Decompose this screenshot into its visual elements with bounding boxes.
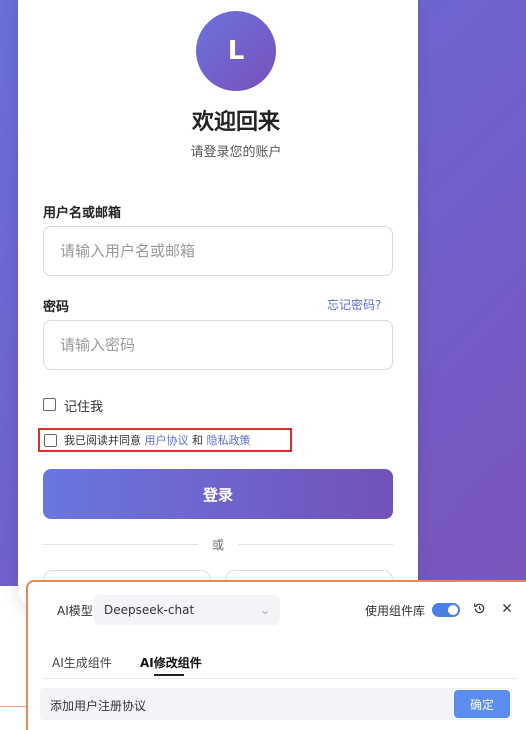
chevron-down-icon: ⌄ xyxy=(259,603,270,617)
login-button[interactable]: 登录 xyxy=(43,469,393,519)
agreement-text: 我已阅读并同意 用户协议 和 隐私政策 xyxy=(64,432,251,448)
tabs-divider xyxy=(42,678,518,679)
ai-assistant-panel: AI模型 Deepseek-chat ⌄ 使用组件库 AI生成组件 AI修改组件… xyxy=(26,580,526,730)
agreement-and: 和 xyxy=(192,434,203,447)
model-select-value: Deepseek-chat xyxy=(104,603,195,617)
tab-ai-generate[interactable]: AI生成组件 xyxy=(52,654,112,671)
component-lib-toggle[interactable] xyxy=(432,603,460,617)
divider-left xyxy=(43,544,198,545)
page-subtitle: 请登录您的账户 xyxy=(190,145,282,160)
confirm-button[interactable]: 确定 xyxy=(454,690,510,718)
password-input[interactable] xyxy=(43,320,393,370)
prompt-row: 添加用户注册协议 确定 xyxy=(40,688,512,720)
model-label: AI模型 xyxy=(57,604,93,618)
active-tab-indicator xyxy=(154,674,184,676)
component-lib-label: 使用组件库 xyxy=(365,604,426,618)
privacy-policy-link[interactable]: 隐私政策 xyxy=(207,434,251,447)
remember-me-label: 记住我 xyxy=(64,400,104,415)
avatar: L xyxy=(196,11,276,91)
agreement-prefix: 我已阅读并同意 xyxy=(64,434,141,447)
tab-ai-modify[interactable]: AI修改组件 xyxy=(140,654,202,671)
divider-text: 或 xyxy=(211,538,224,552)
user-agreement-link[interactable]: 用户协议 xyxy=(145,434,189,447)
agreement-checkbox[interactable] xyxy=(44,434,57,447)
close-icon[interactable] xyxy=(498,599,516,617)
password-label: 密码 xyxy=(43,300,70,315)
divider-right xyxy=(238,544,393,545)
history-icon[interactable] xyxy=(470,599,488,617)
page-title: 欢迎回来 xyxy=(191,110,280,135)
model-select[interactable]: Deepseek-chat ⌄ xyxy=(94,595,280,625)
forgot-password-link[interactable]: 忘记密码? xyxy=(327,296,381,313)
username-label: 用户名或邮箱 xyxy=(43,206,122,221)
remember-me-checkbox[interactable] xyxy=(43,398,56,411)
prompt-input[interactable]: 添加用户注册协议 xyxy=(50,697,146,714)
username-input[interactable] xyxy=(43,226,393,276)
connector-line xyxy=(0,706,26,707)
